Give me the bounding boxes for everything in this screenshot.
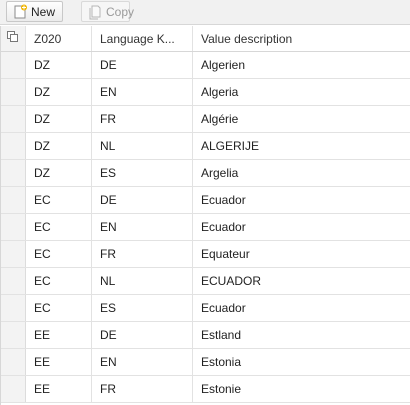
cell-language-key[interactable]: NL bbox=[92, 268, 193, 294]
cell-value-description[interactable]: Estland bbox=[193, 322, 410, 348]
cell-language-key[interactable]: FR bbox=[92, 106, 193, 132]
cell-language-key[interactable]: DE bbox=[92, 52, 193, 78]
copy-button-label: Copy bbox=[106, 4, 135, 19]
cell-value-description[interactable]: Ecuador bbox=[193, 187, 410, 213]
cell-z020[interactable]: EC bbox=[26, 241, 92, 267]
cell-language-key[interactable]: NL bbox=[92, 133, 193, 159]
cell-value-description[interactable]: Ecuador bbox=[193, 295, 410, 321]
row-selector[interactable] bbox=[1, 133, 26, 159]
cell-value-description[interactable]: Estonia bbox=[193, 349, 410, 375]
cell-language-key[interactable]: EN bbox=[92, 349, 193, 375]
row-selector[interactable] bbox=[1, 376, 26, 402]
row-selector[interactable] bbox=[1, 322, 26, 348]
table-row[interactable]: EE EN Estonia bbox=[1, 349, 410, 376]
cell-language-key[interactable]: EN bbox=[92, 214, 193, 240]
cell-language-key[interactable]: ES bbox=[92, 295, 193, 321]
column-header-language-key[interactable]: Language K... bbox=[92, 26, 193, 51]
cell-z020[interactable]: EE bbox=[26, 349, 92, 375]
cell-value-description[interactable]: Algeria bbox=[193, 79, 410, 105]
data-table: Z020 Language K... Value description DZ D… bbox=[0, 26, 410, 405]
cell-z020[interactable]: DZ bbox=[26, 133, 92, 159]
table-row[interactable]: EE DE Estland bbox=[1, 322, 410, 349]
cell-value-description[interactable]: ALGERIJE bbox=[193, 133, 410, 159]
table-body: DZ DE Algerien DZ EN Algeria DZ FR Algérie DZ NL AL… bbox=[1, 52, 410, 403]
cell-z020[interactable]: EC bbox=[26, 214, 92, 240]
cell-value-description[interactable]: Equateur bbox=[193, 241, 410, 267]
table-header: Z020 Language K... Value description bbox=[1, 26, 410, 52]
cell-value-description[interactable]: Algérie bbox=[193, 106, 410, 132]
column-header-value-description[interactable]: Value description bbox=[193, 26, 410, 51]
cell-value-description[interactable]: Algerien bbox=[193, 52, 410, 78]
copy-button[interactable]: Copy bbox=[81, 1, 134, 22]
row-selector[interactable] bbox=[1, 187, 26, 213]
row-selector[interactable] bbox=[1, 160, 26, 186]
table-row[interactable]: EC EN Ecuador bbox=[1, 214, 410, 241]
cell-language-key[interactable]: DE bbox=[92, 187, 193, 213]
table-row[interactable]: DZ DE Algerien bbox=[1, 52, 410, 79]
new-document-icon bbox=[12, 4, 28, 20]
cell-z020[interactable]: EC bbox=[26, 295, 92, 321]
table-row[interactable]: DZ NL ALGERIJE bbox=[1, 133, 410, 160]
row-selector[interactable] bbox=[1, 349, 26, 375]
cell-z020[interactable]: DZ bbox=[26, 52, 92, 78]
cell-language-key[interactable]: FR bbox=[92, 376, 193, 402]
table-row[interactable]: EC NL ECUADOR bbox=[1, 268, 410, 295]
cell-language-key[interactable]: FR bbox=[92, 241, 193, 267]
table-row[interactable]: DZ EN Algeria bbox=[1, 79, 410, 106]
cell-value-description[interactable]: Estonie bbox=[193, 376, 410, 402]
table-row[interactable]: EE FR Estonie bbox=[1, 376, 410, 403]
table-row[interactable]: EC FR Equateur bbox=[1, 241, 410, 268]
row-selector[interactable] bbox=[1, 241, 26, 267]
row-selector[interactable] bbox=[1, 52, 26, 78]
row-selector[interactable] bbox=[1, 79, 26, 105]
cell-z020[interactable]: DZ bbox=[26, 160, 92, 186]
new-button[interactable]: New bbox=[6, 1, 63, 22]
table-row[interactable]: DZ FR Algérie bbox=[1, 106, 410, 133]
select-all-cell[interactable] bbox=[1, 26, 26, 51]
cell-language-key[interactable]: DE bbox=[92, 322, 193, 348]
copy-document-icon bbox=[87, 4, 103, 20]
column-header-z020[interactable]: Z020 bbox=[26, 26, 92, 51]
cell-language-key[interactable]: ES bbox=[92, 160, 193, 186]
cell-value-description[interactable]: Argelia bbox=[193, 160, 410, 186]
table-row[interactable]: EC ES Ecuador bbox=[1, 295, 410, 322]
row-selector[interactable] bbox=[1, 106, 26, 132]
table-row[interactable]: DZ ES Argelia bbox=[1, 160, 410, 187]
toolbar: New Copy bbox=[0, 0, 410, 25]
cell-value-description[interactable]: ECUADOR bbox=[193, 268, 410, 294]
cell-value-description[interactable]: Ecuador bbox=[193, 214, 410, 240]
cell-z020[interactable]: EC bbox=[26, 187, 92, 213]
cell-z020[interactable]: DZ bbox=[26, 79, 92, 105]
new-button-label: New bbox=[31, 4, 56, 19]
row-selector[interactable] bbox=[1, 214, 26, 240]
cell-z020[interactable]: EC bbox=[26, 268, 92, 294]
row-selector[interactable] bbox=[1, 295, 26, 321]
table-row[interactable]: EC DE Ecuador bbox=[1, 187, 410, 214]
cell-z020[interactable]: DZ bbox=[26, 106, 92, 132]
select-all-icon bbox=[7, 31, 19, 46]
cell-language-key[interactable]: EN bbox=[92, 79, 193, 105]
cell-z020[interactable]: EE bbox=[26, 322, 92, 348]
cell-z020[interactable]: EE bbox=[26, 376, 92, 402]
row-selector[interactable] bbox=[1, 268, 26, 294]
